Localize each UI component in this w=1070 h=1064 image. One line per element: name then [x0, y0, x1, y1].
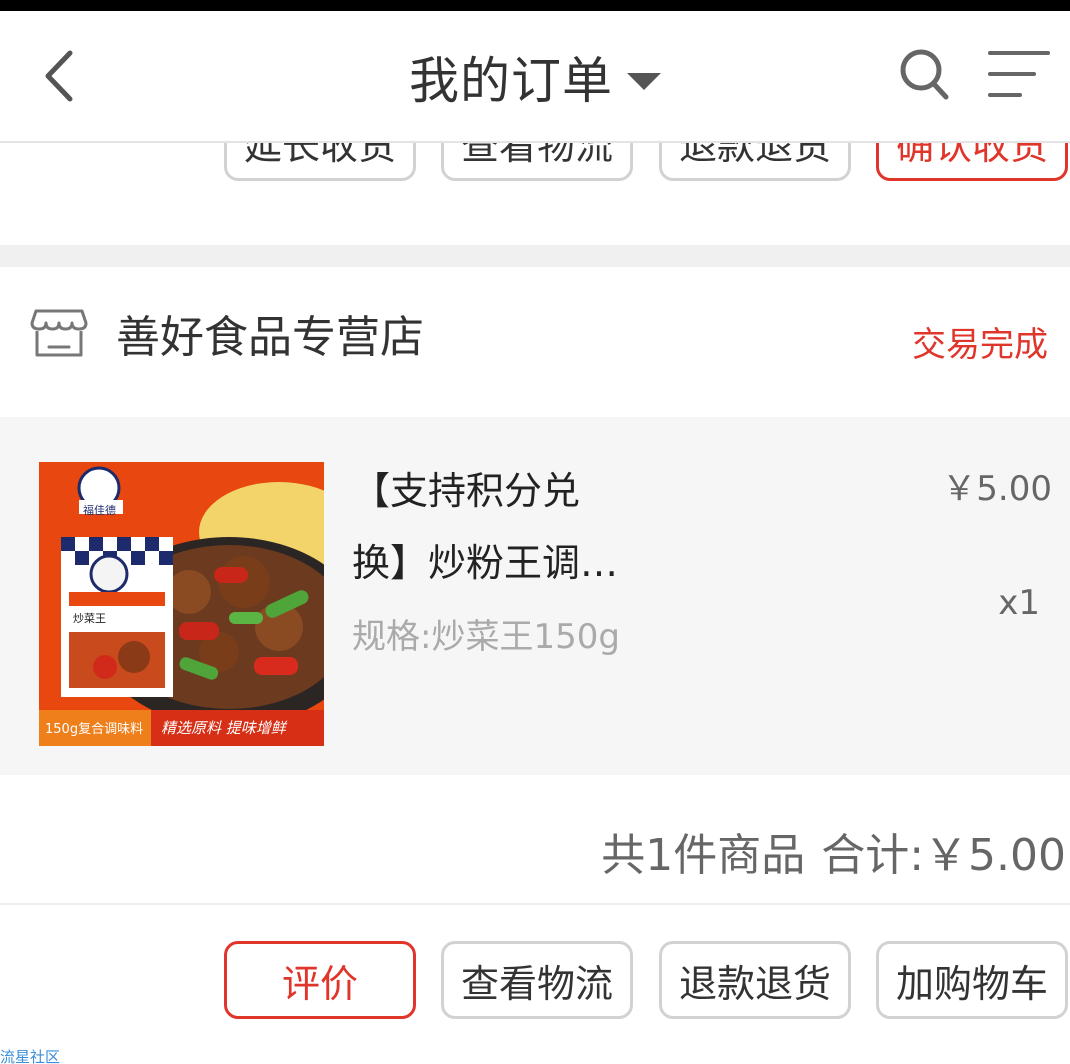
product-title[interactable]: 【支持积分兑 换】炒粉王调…	[352, 455, 682, 599]
page-title: 我的订单	[409, 52, 613, 110]
view-logistics-button[interactable]: 查看物流	[441, 941, 633, 1019]
product-title-line-1: 【支持积分兑	[352, 469, 581, 513]
search-icon	[900, 49, 949, 100]
order-status: 交易完成	[912, 325, 1048, 365]
product-photo: 150g复合调味料 精选原料 提味增鲜 福佳德 炒菜王	[39, 462, 324, 746]
image-brand: 福佳德	[83, 503, 116, 517]
previous-order-card: 延长收货 查看物流 退款退货 确认收货	[0, 143, 1070, 245]
confirm-receipt-button[interactable]: 确认收货	[876, 143, 1068, 181]
shop-header[interactable]: 善好食品专营店 交易完成	[0, 267, 1070, 417]
image-slogan: 精选原料 提味增鲜	[161, 719, 288, 737]
search-button[interactable]	[896, 43, 952, 103]
product-item[interactable]: 150g复合调味料 精选原料 提味增鲜 福佳德 炒菜王 【支持积分兑 换】炒粉王…	[0, 417, 1070, 775]
product-title-line-2: 换】炒粉王调…	[352, 541, 619, 585]
menu-lines-icon	[988, 51, 1050, 97]
watermark: 流星社区	[0, 1048, 61, 1064]
view-logistics-button[interactable]: 查看物流	[441, 143, 633, 181]
refund-return-button[interactable]: 退款退货	[659, 143, 851, 181]
shop-name: 善好食品专营店	[116, 312, 424, 363]
order-actions: 评价 查看物流 退款退货 加购物车	[0, 905, 1070, 1064]
product-image[interactable]: 150g复合调味料 精选原料 提味增鲜 福佳德 炒菜王	[39, 462, 324, 746]
product-quantity: x1	[998, 583, 1040, 623]
add-to-cart-button[interactable]: 加购物车	[876, 941, 1068, 1019]
menu-button[interactable]	[984, 47, 1054, 105]
refund-return-button[interactable]: 退款退货	[659, 941, 851, 1019]
order-total: 合计:￥5.00	[821, 830, 1066, 881]
image-weight-label: 150g复合调味料	[45, 722, 143, 737]
review-button[interactable]: 评价	[224, 941, 416, 1019]
store-icon	[30, 309, 88, 357]
image-pack-label: 炒菜王	[73, 612, 106, 625]
summary-line: 共1件商品 合计:￥5.00	[585, 819, 1066, 883]
section-divider	[0, 245, 1070, 267]
status-bar	[0, 0, 1070, 11]
caret-down-icon	[627, 72, 661, 90]
extend-receipt-button[interactable]: 延长收货	[224, 143, 416, 181]
product-price: ￥5.00	[942, 469, 1052, 509]
navigation-bar: 我的订单	[0, 11, 1070, 143]
item-count: 共1件商品	[601, 830, 806, 881]
order-summary: 共1件商品 合计:￥5.00	[0, 775, 1070, 905]
product-spec: 规格:炒菜王150g	[352, 617, 620, 657]
